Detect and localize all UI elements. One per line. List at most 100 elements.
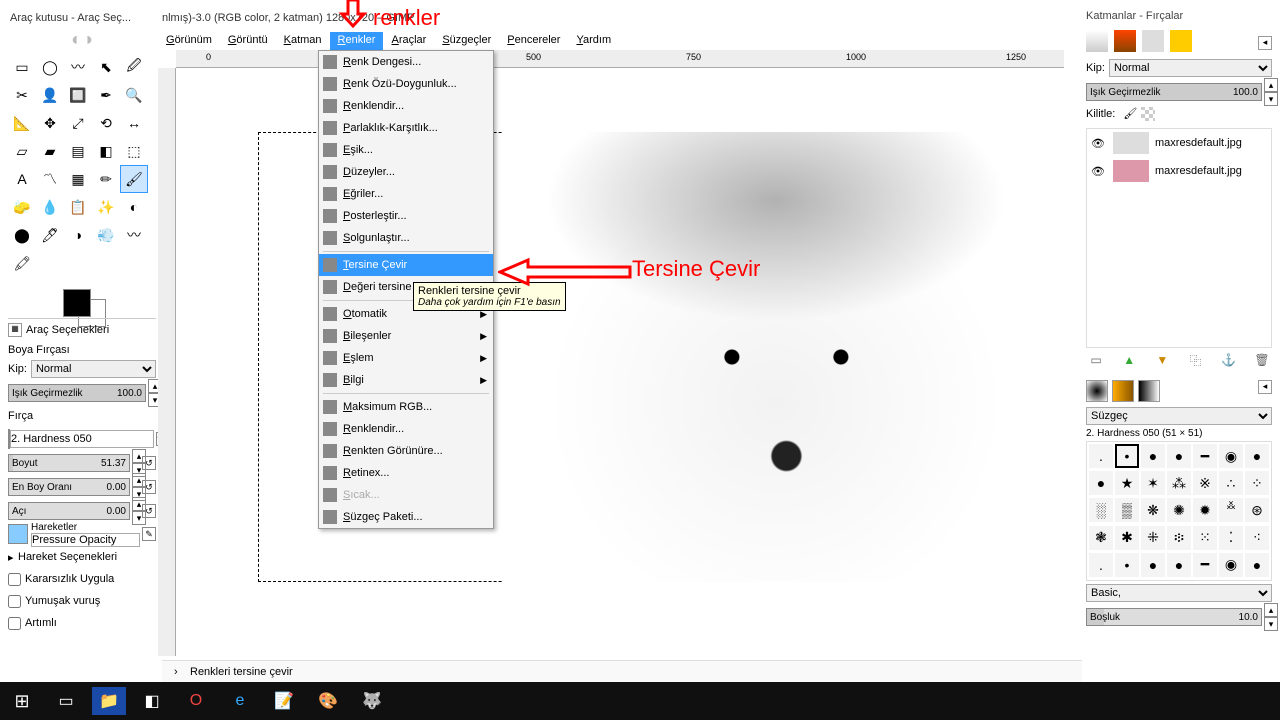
menu-item-solgunla-t-r-[interactable]: Solgunlaştır... <box>319 227 493 249</box>
panel-config-button[interactable]: ◂ <box>1258 36 1272 50</box>
layer-visibility-icon[interactable]: 👁 <box>1089 137 1107 150</box>
brush-preset[interactable]: ━ <box>1193 553 1217 577</box>
brush-preset[interactable]: ● <box>1245 553 1269 577</box>
brush-preset[interactable]: ※ <box>1193 471 1217 495</box>
menu-görünüm[interactable]: Görünüm <box>158 32 220 52</box>
brush-grid[interactable]: .•●●━◉●●★✶⁂※∴⁘░▒❋✺✹࿏⊛❃✱⁜፨⁙⁚⁖.•●●━◉● <box>1086 441 1272 581</box>
mode-select[interactable]: Normal <box>31 360 156 378</box>
artimli-checkbox[interactable] <box>8 617 21 630</box>
brush-preset[interactable]: ✺ <box>1167 498 1191 522</box>
dynamics-options-label[interactable]: Hareket Seçenekleri <box>18 551 117 563</box>
tool-18[interactable]: ◧ <box>92 137 120 165</box>
brush-preset[interactable]: ● <box>1245 444 1269 468</box>
tool-4[interactable]: 🖉 <box>120 53 148 81</box>
menu-item-posterle-tir-[interactable]: Posterleştir... <box>319 205 493 227</box>
tool-3[interactable]: ⬉ <box>92 53 120 81</box>
menu-item-bile-enler[interactable]: Bileşenler▶ <box>319 325 493 347</box>
anchor-layer-button[interactable]: ⚓ <box>1221 352 1237 368</box>
aspect-reset-button[interactable]: ↺ <box>142 480 156 494</box>
yumusak-checkbox[interactable] <box>8 595 21 608</box>
tool-20[interactable]: A <box>8 165 36 193</box>
brush-preset[interactable]: ● <box>1141 444 1165 468</box>
menu-item-renk-dengesi-[interactable]: Renk Dengesi... <box>319 51 493 73</box>
brush-preset[interactable]: ━ <box>1193 444 1217 468</box>
kararsizlik-checkbox[interactable] <box>8 573 21 586</box>
delete-layer-button[interactable]: 🗑 <box>1254 352 1270 368</box>
new-layer-button[interactable]: ▭ <box>1088 352 1104 368</box>
brush-preset[interactable]: ⁜ <box>1141 526 1165 550</box>
brush-spacing-slider[interactable]: Boşluk 10.0 <box>1086 608 1262 626</box>
brush-preset[interactable]: ● <box>1167 444 1191 468</box>
menu-yardım[interactable]: Yardım <box>568 32 619 52</box>
layer-visibility-icon[interactable]: 👁 <box>1089 165 1107 178</box>
file-explorer-icon[interactable]: 📁 <box>92 687 126 715</box>
layer-opacity-slider[interactable]: Işık Geçirmezlik 100.0 <box>1086 83 1262 101</box>
tool-15[interactable]: ▱ <box>8 137 36 165</box>
tool-26[interactable]: 💧 <box>36 193 64 221</box>
brush-preset[interactable]: . <box>1089 553 1113 577</box>
tool-22[interactable]: ▦ <box>64 165 92 193</box>
tool-12[interactable]: ⤢ <box>64 109 92 137</box>
spacing-up[interactable]: ▴ <box>1264 603 1278 617</box>
dynamics-field[interactable] <box>31 533 140 547</box>
brush-name-field[interactable] <box>10 430 154 448</box>
tool-10[interactable]: 📐 <box>8 109 36 137</box>
menu-pencereler[interactable]: Pencereler <box>499 32 568 52</box>
tool-21[interactable]: 〽 <box>36 165 64 193</box>
tool-1[interactable]: ◯ <box>36 53 64 81</box>
dynamics-edit-button[interactable]: ✎ <box>142 527 156 541</box>
menu-renkler[interactable]: Renkler <box>330 32 384 52</box>
raise-layer-button[interactable]: ▲ <box>1121 352 1137 368</box>
tool-8[interactable]: ✒ <box>92 81 120 109</box>
brush-preset[interactable]: ● <box>1089 471 1113 495</box>
spacing-down[interactable]: ▾ <box>1264 617 1278 631</box>
menu-item-tersine-evir[interactable]: Tersine Çevir <box>319 254 493 276</box>
layer-opacity-down[interactable]: ▾ <box>1264 92 1278 106</box>
menu-item-renkten-g-r-n-re-[interactable]: Renkten Görünüre... <box>319 440 493 462</box>
undo-tab-icon[interactable] <box>1170 30 1192 52</box>
brush-preset[interactable]: ★ <box>1115 471 1139 495</box>
start-button[interactable]: ⊞ <box>0 682 44 720</box>
tool-16[interactable]: ▰ <box>36 137 64 165</box>
taskview-icon[interactable]: ▭ <box>44 682 88 720</box>
brush-preset[interactable]: . <box>1089 444 1113 468</box>
menu-item-renklendir-[interactable]: Renklendir... <box>319 418 493 440</box>
brush-preset[interactable]: ⁚ <box>1219 526 1243 550</box>
brush-tab-icon[interactable] <box>1086 380 1108 402</box>
menu-süzgeçler[interactable]: Süzgeçler <box>434 32 499 52</box>
brush-filter-select[interactable]: Süzgeç <box>1086 407 1272 425</box>
canvas-image[interactable] <box>503 132 1048 582</box>
lower-layer-button[interactable]: ▼ <box>1154 352 1170 368</box>
menu-katman[interactable]: Katman <box>276 32 330 52</box>
tool-7[interactable]: 🔲 <box>64 81 92 109</box>
menu-item-maksimum-rgb-[interactable]: Maksimum RGB... <box>319 396 493 418</box>
tool-33[interactable]: 💨 <box>92 221 120 249</box>
gradient-tab-icon[interactable] <box>1138 380 1160 402</box>
tool-options-tab-icon[interactable]: ▦ <box>8 323 22 337</box>
duplicate-layer-button[interactable]: ⿻ <box>1188 352 1204 368</box>
brush-preset[interactable]: ✱ <box>1115 526 1139 550</box>
menu-item-d-zeyler-[interactable]: Düzeyler... <box>319 161 493 183</box>
brush-preset[interactable]: ❋ <box>1141 498 1165 522</box>
brush-preset[interactable]: ⊛ <box>1245 498 1269 522</box>
brush-preset[interactable]: ▒ <box>1115 498 1139 522</box>
brush-preset-select[interactable]: Basic, <box>1086 584 1272 602</box>
layer-mode-select[interactable]: Normal <box>1109 59 1272 77</box>
brush-preset[interactable]: ◉ <box>1219 444 1243 468</box>
opacity-slider[interactable]: Işık Geçirmezlik 100.0 <box>8 384 146 402</box>
angle-reset-button[interactable]: ↺ <box>142 504 156 518</box>
brush-preset[interactable]: ● <box>1141 553 1165 577</box>
menu-item-renk-z-doygunluk-[interactable]: Renk Özü-Doygunluk... <box>319 73 493 95</box>
tool-11[interactable]: ✥ <box>36 109 64 137</box>
tool-0[interactable]: ▭ <box>8 53 36 81</box>
tool-6[interactable]: 👤 <box>36 81 64 109</box>
tool-19[interactable]: ⬚ <box>120 137 148 165</box>
menu-araçlar[interactable]: Araçlar <box>383 32 434 52</box>
brush-preset[interactable]: ⁂ <box>1167 471 1191 495</box>
brush-preset[interactable]: ● <box>1167 553 1191 577</box>
lock-alpha-icon[interactable] <box>1141 107 1155 121</box>
tool-30[interactable]: ⬤ <box>8 221 36 249</box>
brush-preset[interactable]: ░ <box>1089 498 1113 522</box>
layers-tab-icon[interactable] <box>1086 30 1108 52</box>
size-slider[interactable]: Boyut 51.37 <box>8 454 130 472</box>
